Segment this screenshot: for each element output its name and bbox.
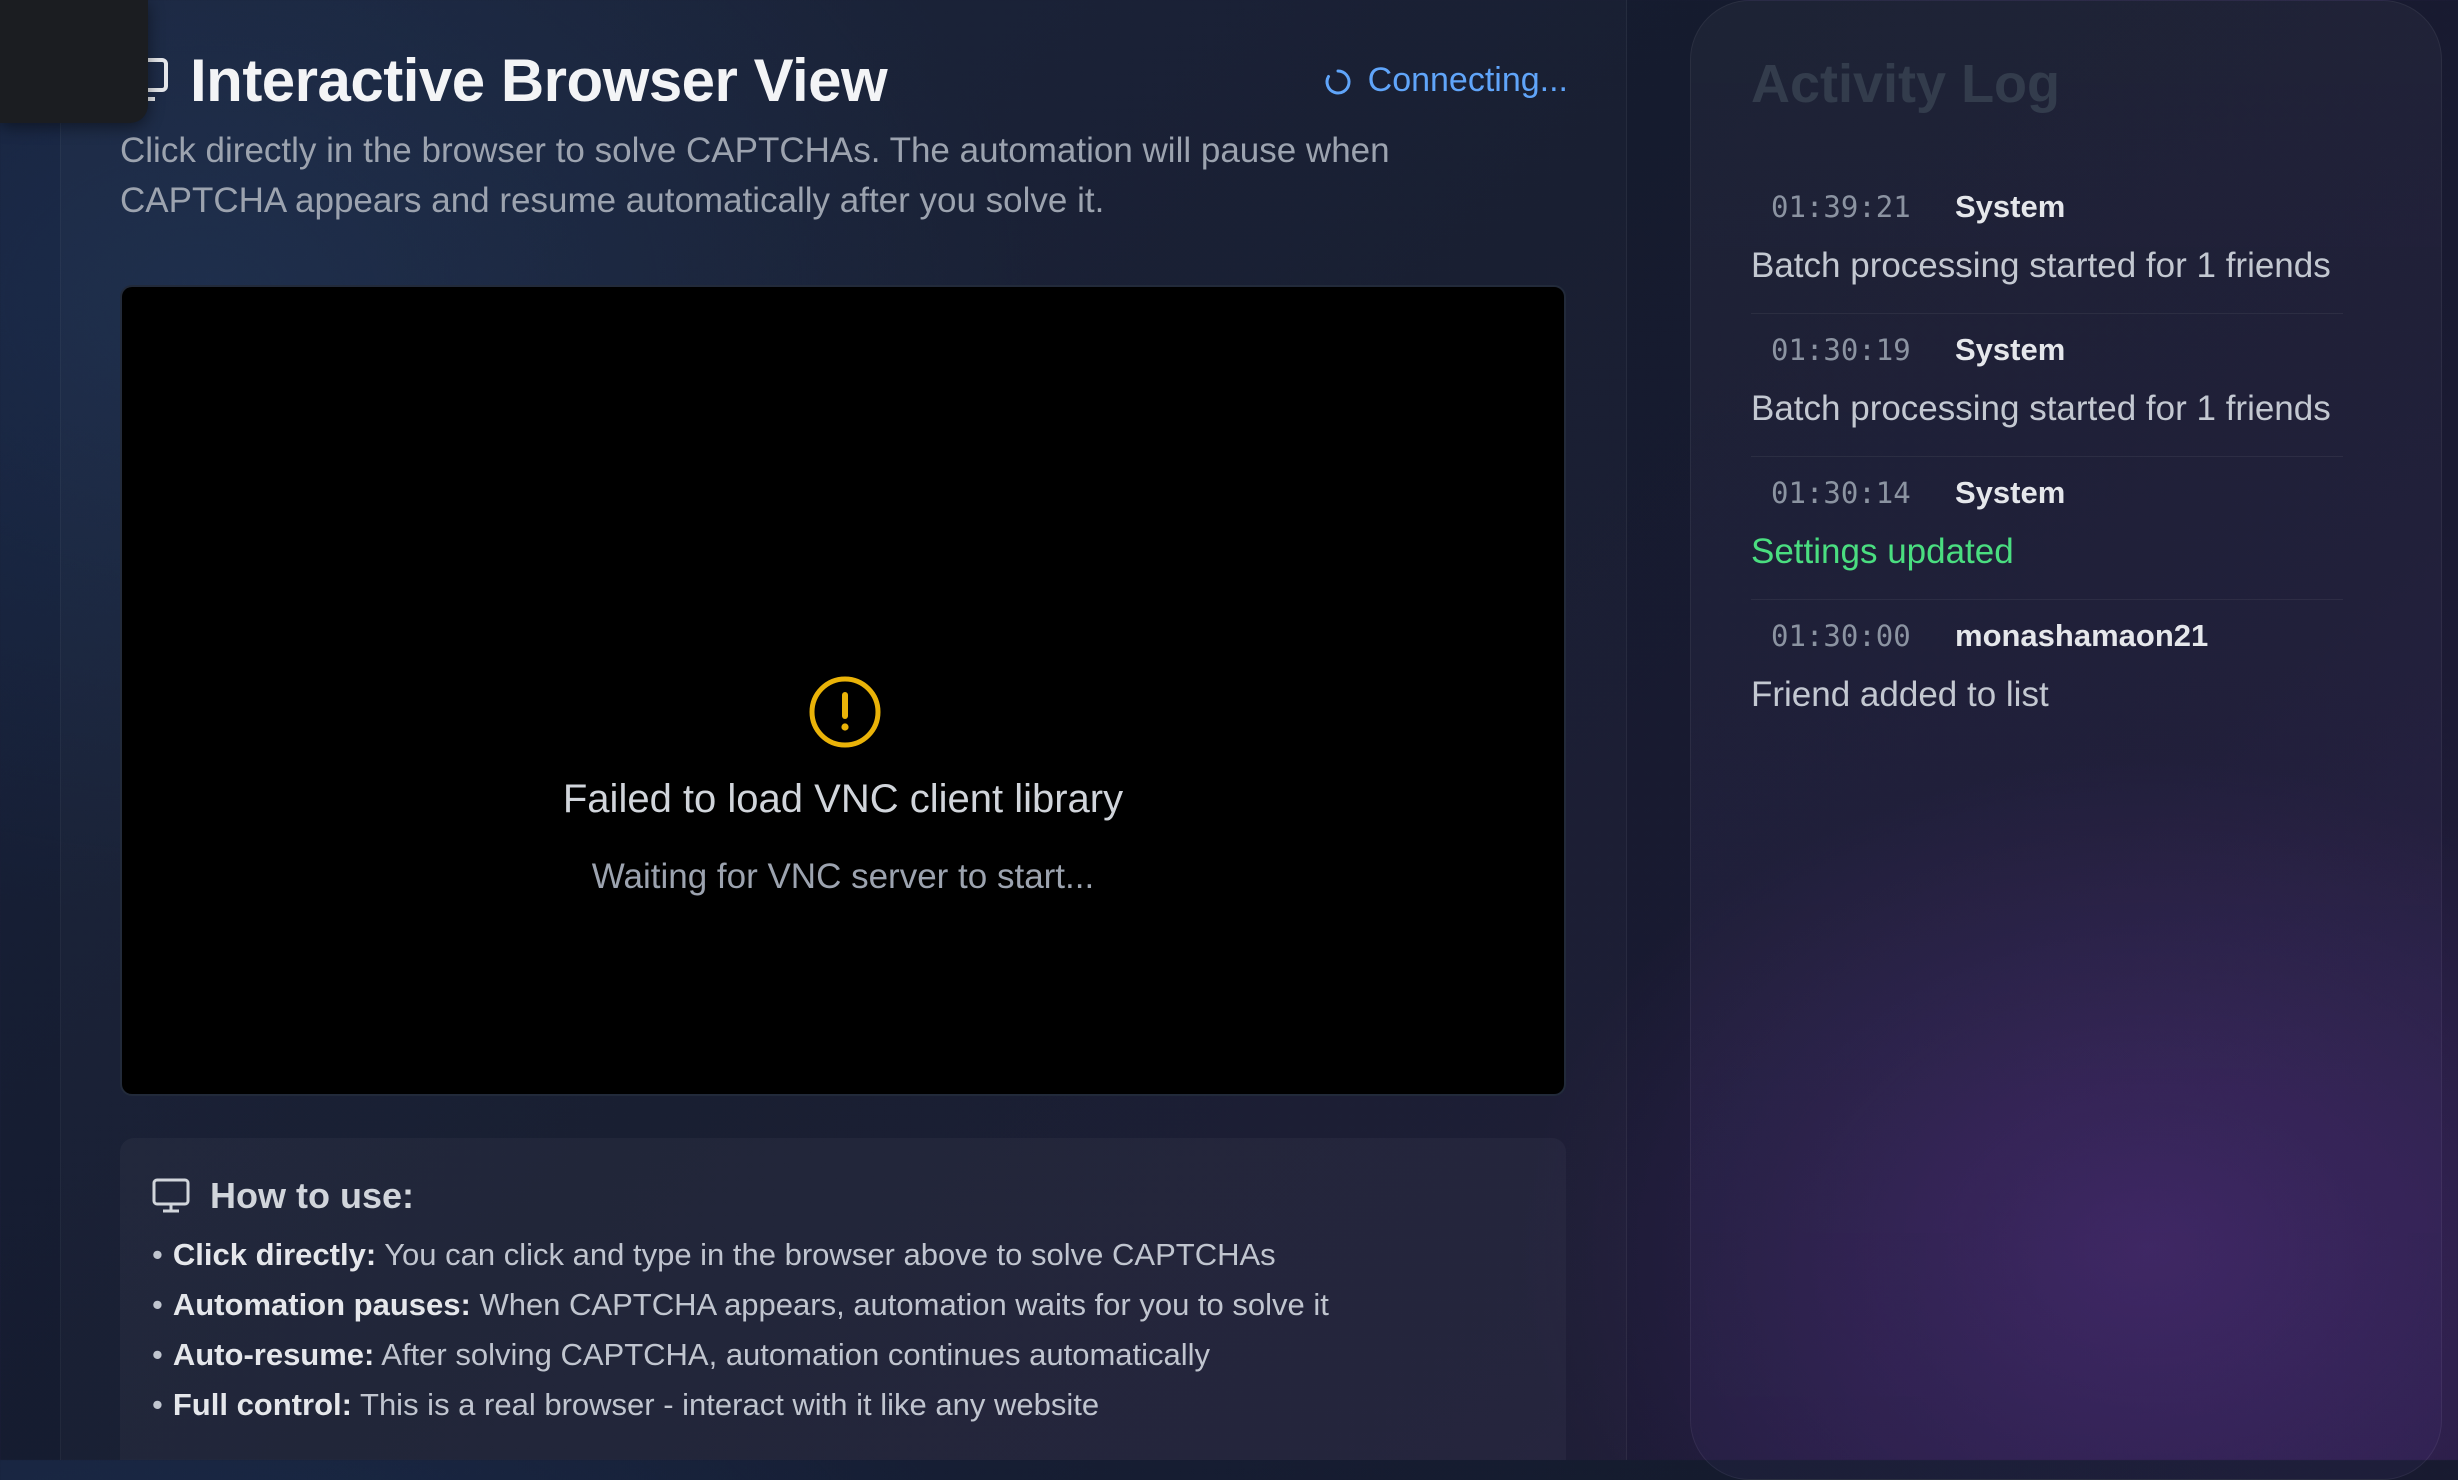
list-item: • Click directly: You can click and type … — [152, 1230, 1329, 1280]
log-message: Batch processing started for 1 friends — [1751, 246, 2331, 285]
monitor-icon — [152, 1178, 190, 1214]
log-message: Batch processing started for 1 friends — [1751, 389, 2331, 428]
log-entry: 01:30:19 System Batch processing started… — [1751, 314, 2343, 457]
activity-log-list[interactable]: 01:39:21 System Batch processing started… — [1751, 171, 2343, 742]
page-title: Interactive Browser View — [190, 47, 888, 114]
log-timestamp: 01:39:21 — [1771, 190, 1911, 224]
corner-overlay — [0, 0, 148, 123]
how-to-use-header: How to use: — [152, 1174, 414, 1218]
vnc-waiting-message: Waiting for VNC server to start... — [591, 857, 1095, 896]
bullet: • — [152, 1387, 163, 1422]
activity-log-title: Activity Log — [1751, 54, 2061, 114]
vnc-error-message: Failed to load VNC client library — [562, 777, 1124, 821]
list-item: • Auto-resume: After solving CAPTCHA, aut… — [152, 1330, 1329, 1380]
list-item-text: After solving CAPTCHA, automation contin… — [374, 1337, 1211, 1372]
list-item: • Full control: This is a real browser - … — [152, 1380, 1329, 1430]
log-entry: 01:30:00 monashamaon21 Friend added to l… — [1751, 600, 2343, 742]
activity-log-panel: Activity Log 01:39:21 System Batch proce… — [1690, 0, 2442, 1480]
list-item-label: Auto-resume: — [172, 1337, 375, 1372]
log-message: Settings updated — [1751, 532, 2014, 571]
page-description: Click directly in the browser to solve C… — [120, 131, 1390, 220]
connection-status: Connecting... — [1324, 60, 1568, 100]
log-entry: 01:30:14 System Settings updated — [1751, 457, 2343, 600]
log-source: System — [1955, 475, 2066, 510]
list-item-text: This is a real browser - interact with i… — [351, 1387, 1100, 1422]
bullet: • — [152, 1237, 163, 1272]
list-item-text: You can click and type in the browser ab… — [376, 1237, 1276, 1272]
spinner-icon — [1324, 66, 1352, 95]
header: Interactive Browser View Connecting... — [120, 40, 1568, 120]
log-timestamp: 01:30:14 — [1771, 476, 1911, 510]
how-to-use-panel: How to use: • Click directly: You can cli… — [120, 1138, 1566, 1460]
how-to-use-list: • Click directly: You can click and type … — [152, 1230, 1329, 1430]
list-item-text: When CAPTCHA appears, automation waits f… — [470, 1287, 1329, 1322]
log-timestamp: 01:30:00 — [1771, 619, 1911, 653]
vnc-viewer[interactable]: Failed to load VNC client library Waitin… — [120, 285, 1566, 1096]
how-to-use-title: How to use: — [210, 1175, 414, 1216]
list-item-label: Automation pauses: — [172, 1287, 471, 1322]
list-item: • Automation pauses: When CAPTCHA appears… — [152, 1280, 1329, 1330]
log-source: System — [1955, 189, 2066, 224]
log-source: monashamaon21 — [1955, 618, 2209, 653]
log-timestamp: 01:30:19 — [1771, 333, 1911, 367]
log-entry: 01:39:21 System Batch processing started… — [1751, 171, 2343, 314]
list-item-label: Click directly: — [172, 1237, 377, 1272]
status-text: Connecting... — [1367, 60, 1568, 99]
log-message: Friend added to list — [1751, 675, 2049, 714]
bullet: • — [152, 1287, 163, 1322]
bullet: • — [152, 1337, 163, 1372]
log-source: System — [1955, 332, 2066, 367]
list-item-label: Full control: — [172, 1387, 352, 1422]
warning-icon — [808, 675, 882, 749]
